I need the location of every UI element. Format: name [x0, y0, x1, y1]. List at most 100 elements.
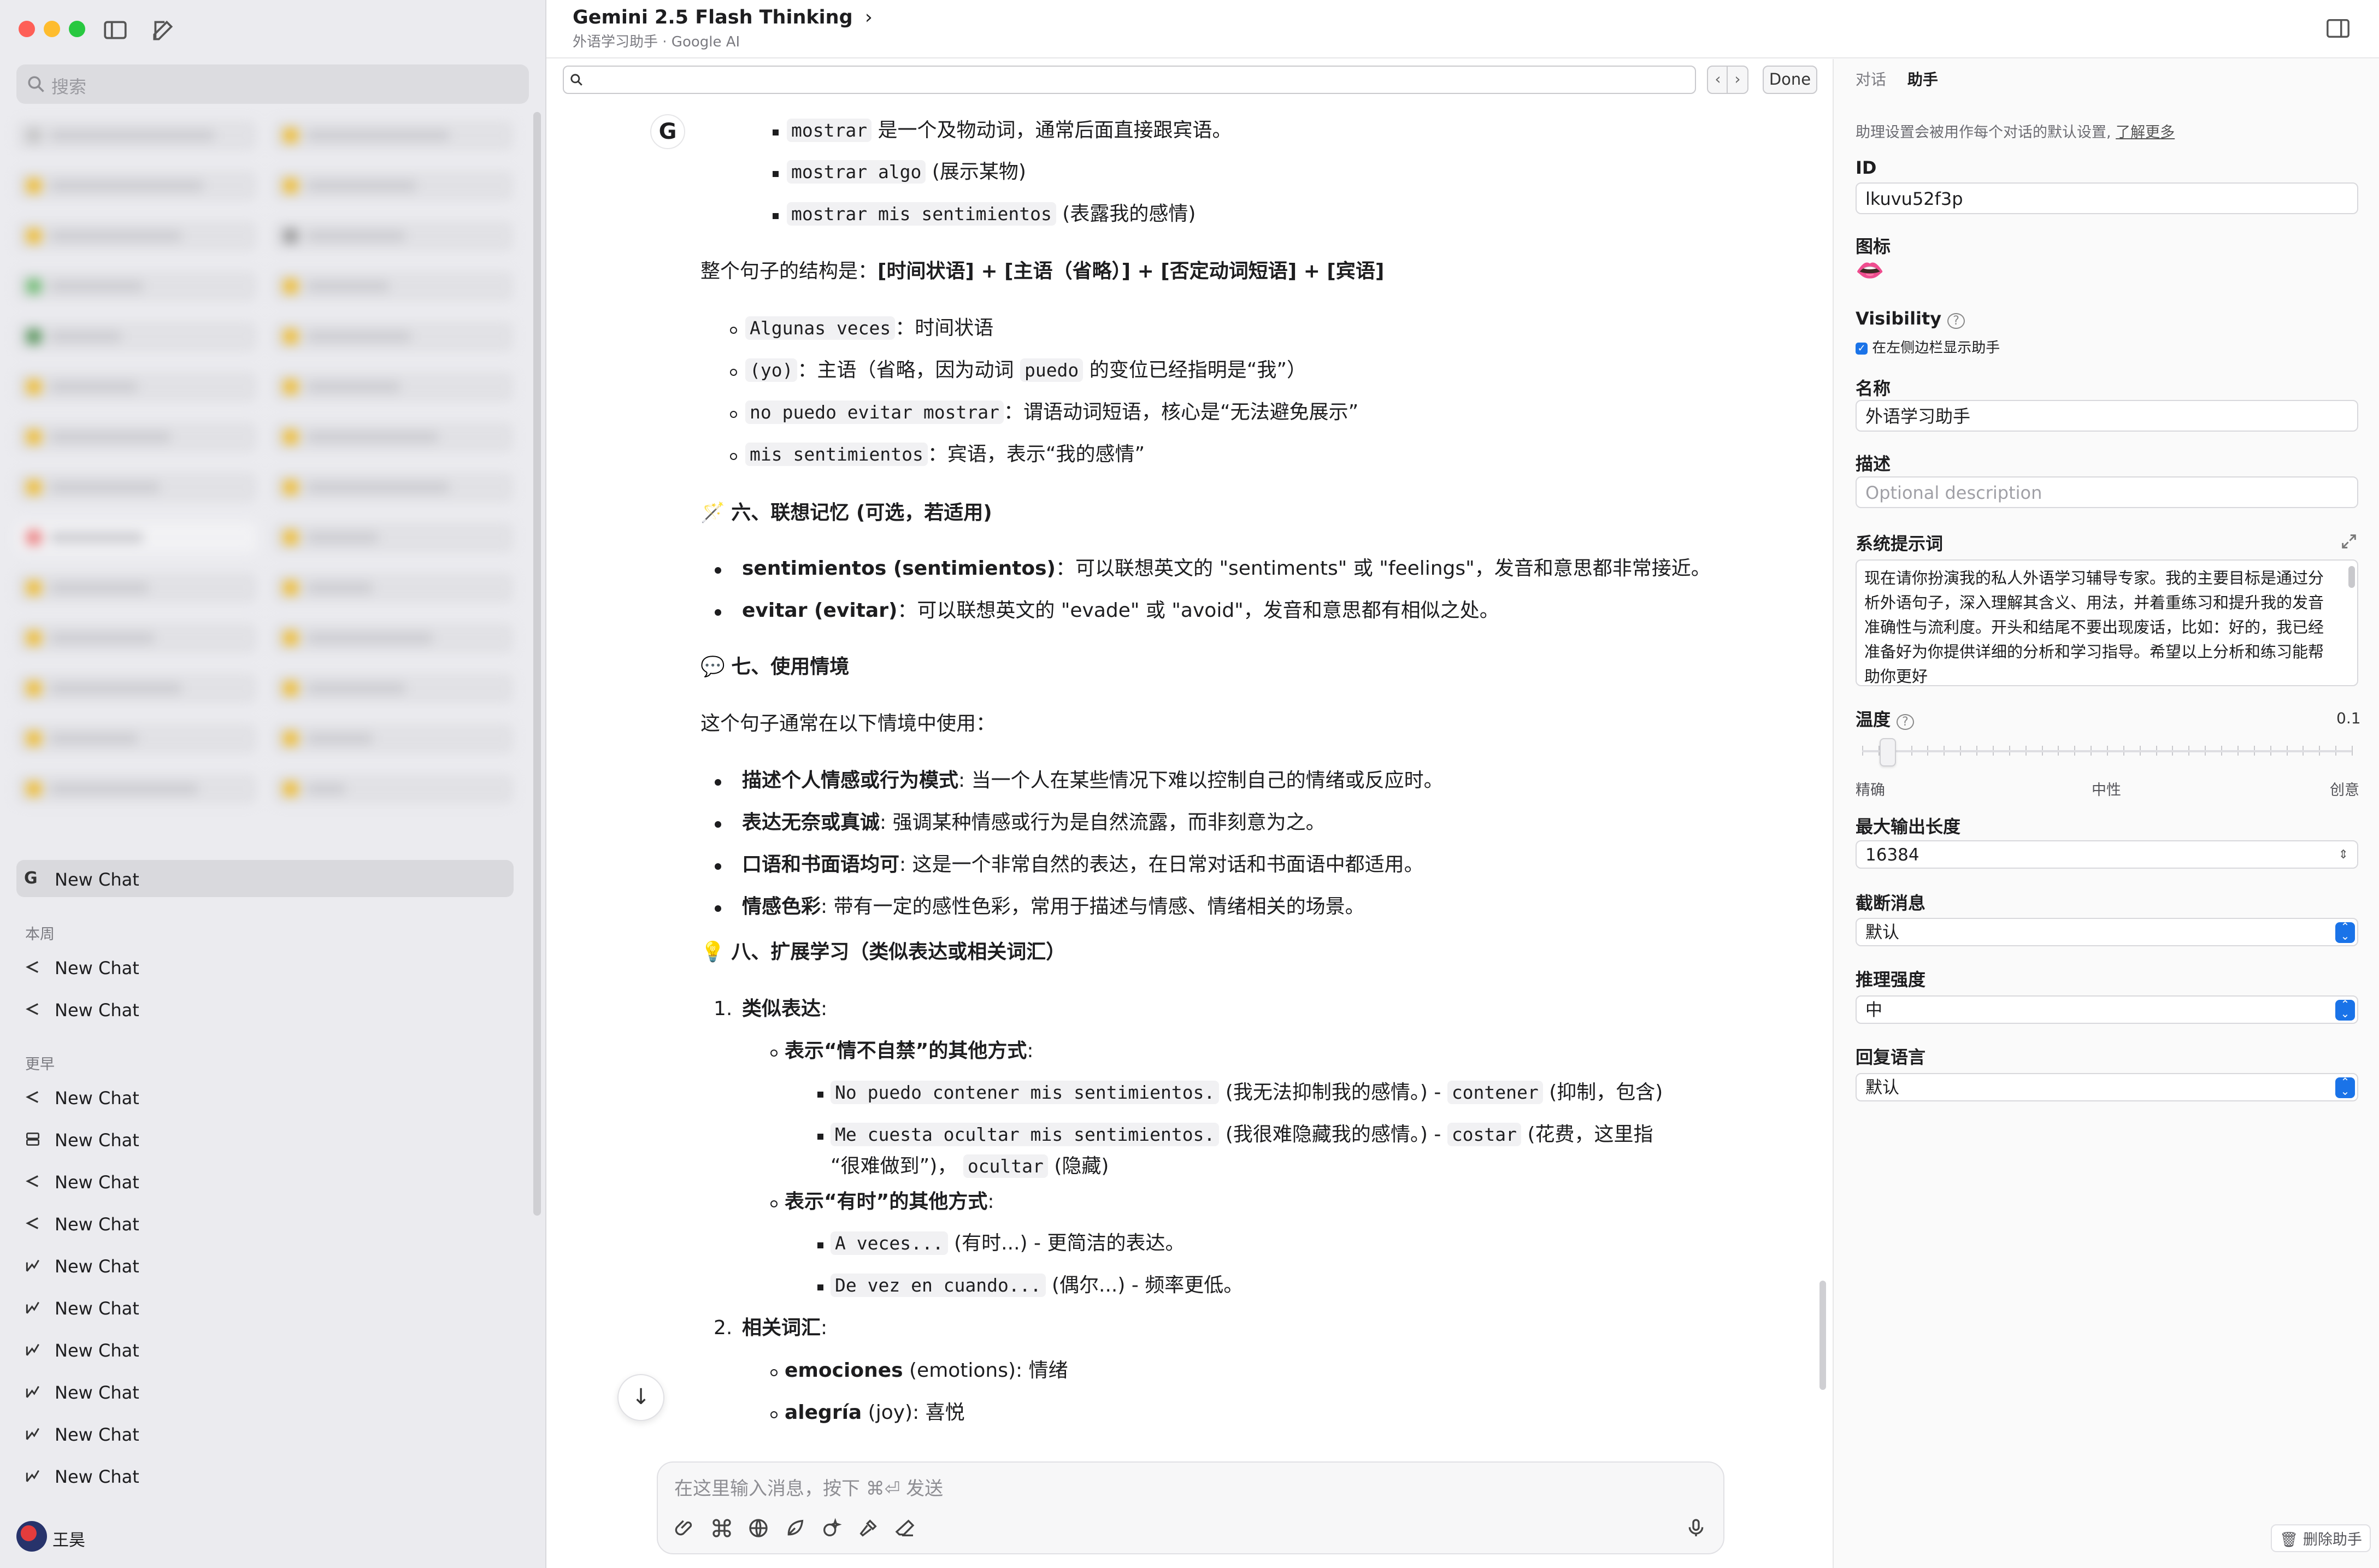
search-icon	[570, 74, 582, 86]
learn-more-link[interactable]: 了解更多	[2116, 124, 2175, 141]
hammer-icon[interactable]	[857, 1517, 879, 1539]
slider-thumb[interactable]	[1879, 738, 1896, 767]
temperature-slider[interactable]	[1862, 738, 2353, 767]
claude-icon	[26, 1175, 39, 1187]
visibility-checkbox[interactable]: ✓ 在左侧边栏显示助手	[1856, 337, 2000, 357]
list-item: 表达无奈或真诚: 强调某种情感或行为是自然流露，而非刻意为之。	[742, 811, 1326, 834]
list-item: 描述个人情感或行为模式: 当一个人在某些情况下难以控制自己的情绪或反应时。	[742, 769, 1444, 792]
message-input[interactable]: 在这里输入消息，按下 ⌘⏎ 发送	[674, 1473, 943, 1500]
list-bullet	[773, 129, 779, 135]
find-previous-button[interactable]: ‹	[1707, 66, 1729, 94]
eraser-icon[interactable]	[894, 1517, 916, 1539]
list-bullet	[817, 1242, 823, 1248]
system-prompt-label: 系统提示词	[1856, 533, 1944, 554]
max-output-stepper[interactable]: 16384 ⇕	[1856, 840, 2358, 869]
truncate-select[interactable]: 默认 ⌃ ⌄	[1856, 918, 2358, 946]
system-prompt-textarea[interactable]: 现在请你扮演我的私人外语学习辅导专家。我的主要目标是通过分析外语句子，深入理解其…	[1856, 559, 2358, 686]
compose-icon[interactable]	[150, 16, 177, 44]
tab-assistant[interactable]: 助手	[1907, 70, 1938, 89]
model-title: Gemini 2.5 Flash Thinking	[573, 7, 853, 28]
attachment-icon[interactable]	[674, 1517, 696, 1539]
list-item: 表示“有时”的其他方式:	[785, 1190, 994, 1213]
sidebar-scrollbar[interactable]	[533, 112, 541, 1216]
sidebar-item-chat[interactable]: New Chat	[16, 1289, 514, 1326]
sidebar: 搜索 G New Chat 本周 New Chat New Chat 更早 Ne…	[0, 0, 546, 1568]
leaf-icon[interactable]	[784, 1517, 806, 1539]
list-item: alegría (joy): 喜悦	[785, 1401, 965, 1424]
description-field[interactable]: Optional description	[1856, 476, 2358, 508]
find-next-button[interactable]: ›	[1727, 66, 1748, 94]
find-done-button[interactable]: Done	[1763, 66, 1817, 94]
sidebar-search[interactable]: 搜索	[16, 64, 529, 104]
temperature-label: 温度 ?	[1856, 706, 1914, 731]
chevron-updown-icon: ⌃ ⌄	[2335, 1076, 2355, 1098]
panel-tabs: 对话 助手	[1856, 68, 1954, 90]
command-icon[interactable]	[711, 1517, 733, 1539]
help-icon[interactable]: ?	[1947, 313, 1965, 329]
assistant-icon-picker[interactable]: 👄	[1856, 257, 1884, 284]
minimize-window-button[interactable]	[44, 21, 60, 37]
scroll-to-bottom-button[interactable]: ↓	[617, 1374, 664, 1421]
stepper-icon[interactable]: ⇕	[2339, 841, 2348, 869]
message-composer[interactable]: 在这里输入消息，按下 ⌘⏎ 发送	[657, 1461, 1724, 1554]
list-item: 类似表达:	[742, 998, 828, 1020]
tab-chat[interactable]: 对话	[1856, 70, 1886, 89]
expand-icon[interactable]	[2340, 532, 2358, 551]
chart-model-icon	[26, 1386, 39, 1398]
google-icon: G	[24, 869, 38, 888]
lightbulb-icon: 💡	[700, 941, 725, 963]
claude-icon	[26, 1091, 39, 1103]
search-placeholder: 搜索	[51, 76, 87, 97]
sidebar-item-chat[interactable]: New Chat	[16, 1078, 514, 1116]
model-selector[interactable]: Gemini 2.5 Flash Thinking ›	[573, 7, 873, 28]
panel-toggle-icon[interactable]	[2325, 17, 2351, 39]
name-field[interactable]: 外语学习助手	[1856, 400, 2358, 432]
section-heading: 💬 七、使用情境	[700, 656, 850, 678]
sidebar-item-chat[interactable]: New Chat	[16, 1457, 514, 1494]
chat-scrollbar[interactable]	[1819, 1281, 1826, 1390]
sidebar-item-pinned[interactable]: G New Chat	[16, 860, 514, 897]
visibility-label: Visibility ?	[1856, 308, 1965, 329]
find-input[interactable]	[563, 66, 1696, 94]
id-field[interactable]: lkuvu52f3p	[1856, 182, 2358, 214]
list-bullet	[730, 369, 737, 376]
sidebar-item-chat[interactable]: New Chat	[16, 991, 514, 1028]
reply-language-select[interactable]: 默认 ⌃ ⌄	[1856, 1073, 2358, 1101]
reasoning-select[interactable]: 中 ⌃ ⌄	[1856, 995, 2358, 1024]
list-bullet	[770, 1369, 778, 1376]
sidebar-item-chat[interactable]: New Chat	[16, 948, 514, 986]
zoom-window-button[interactable]	[69, 21, 85, 37]
slider-tick	[2352, 746, 2353, 756]
list-bullet	[715, 905, 721, 912]
list-item: mostrar 是一个及物动词，通常后面直接跟宾语。	[787, 117, 1232, 144]
list-item: (yo) ：主语（省略，因为动词 puedo 的变位已经指明是“我”）	[745, 357, 1306, 384]
close-window-button[interactable]	[19, 21, 35, 37]
help-icon[interactable]: ?	[1897, 714, 1914, 730]
microphone-icon[interactable]	[1685, 1517, 1707, 1539]
section-this-week: 本周	[25, 926, 55, 943]
chat-messages: G mostrar 是一个及物动词，通常后面直接跟宾语。 mostrar alg…	[546, 101, 1832, 1455]
sidebar-item-chat[interactable]: New Chat	[16, 1205, 514, 1242]
list-item: De vez en cuando... (偶尔...) - 频率更低。	[831, 1272, 1243, 1299]
textarea-scrollbar[interactable]	[2348, 566, 2355, 588]
sidebar-item-chat[interactable]: New Chat	[16, 1121, 514, 1158]
checkbox-checked[interactable]: ✓	[1856, 342, 1868, 355]
list-bullet	[715, 863, 721, 870]
list-bullet	[715, 779, 721, 786]
id-label: ID	[1856, 157, 1877, 178]
sidebar-item-chat[interactable]: New Chat	[16, 1331, 514, 1368]
sidebar-item-chat[interactable]: New Chat	[16, 1373, 514, 1410]
max-output-label: 最大输出长度	[1856, 816, 1961, 837]
slider-mid-label: 中性	[2092, 782, 2121, 799]
list-item: 表示“情不自禁”的其他方式:	[785, 1040, 1034, 1062]
list-item: Me cuesta ocultar mis sentimientos. (我很难…	[831, 1121, 1653, 1148]
icon-label: 图标	[1856, 236, 1891, 257]
list-bullet	[773, 213, 779, 219]
sparkle-icon[interactable]	[821, 1517, 843, 1539]
sidebar-item-chat[interactable]: New Chat	[16, 1415, 514, 1452]
sidebar-toggle-icon[interactable]	[102, 16, 129, 44]
sidebar-item-chat[interactable]: New Chat	[16, 1247, 514, 1284]
delete-assistant-button[interactable]: 🗑 删除助手	[2271, 1524, 2371, 1552]
globe-icon[interactable]	[747, 1517, 769, 1539]
sidebar-item-chat[interactable]: New Chat	[16, 1163, 514, 1200]
